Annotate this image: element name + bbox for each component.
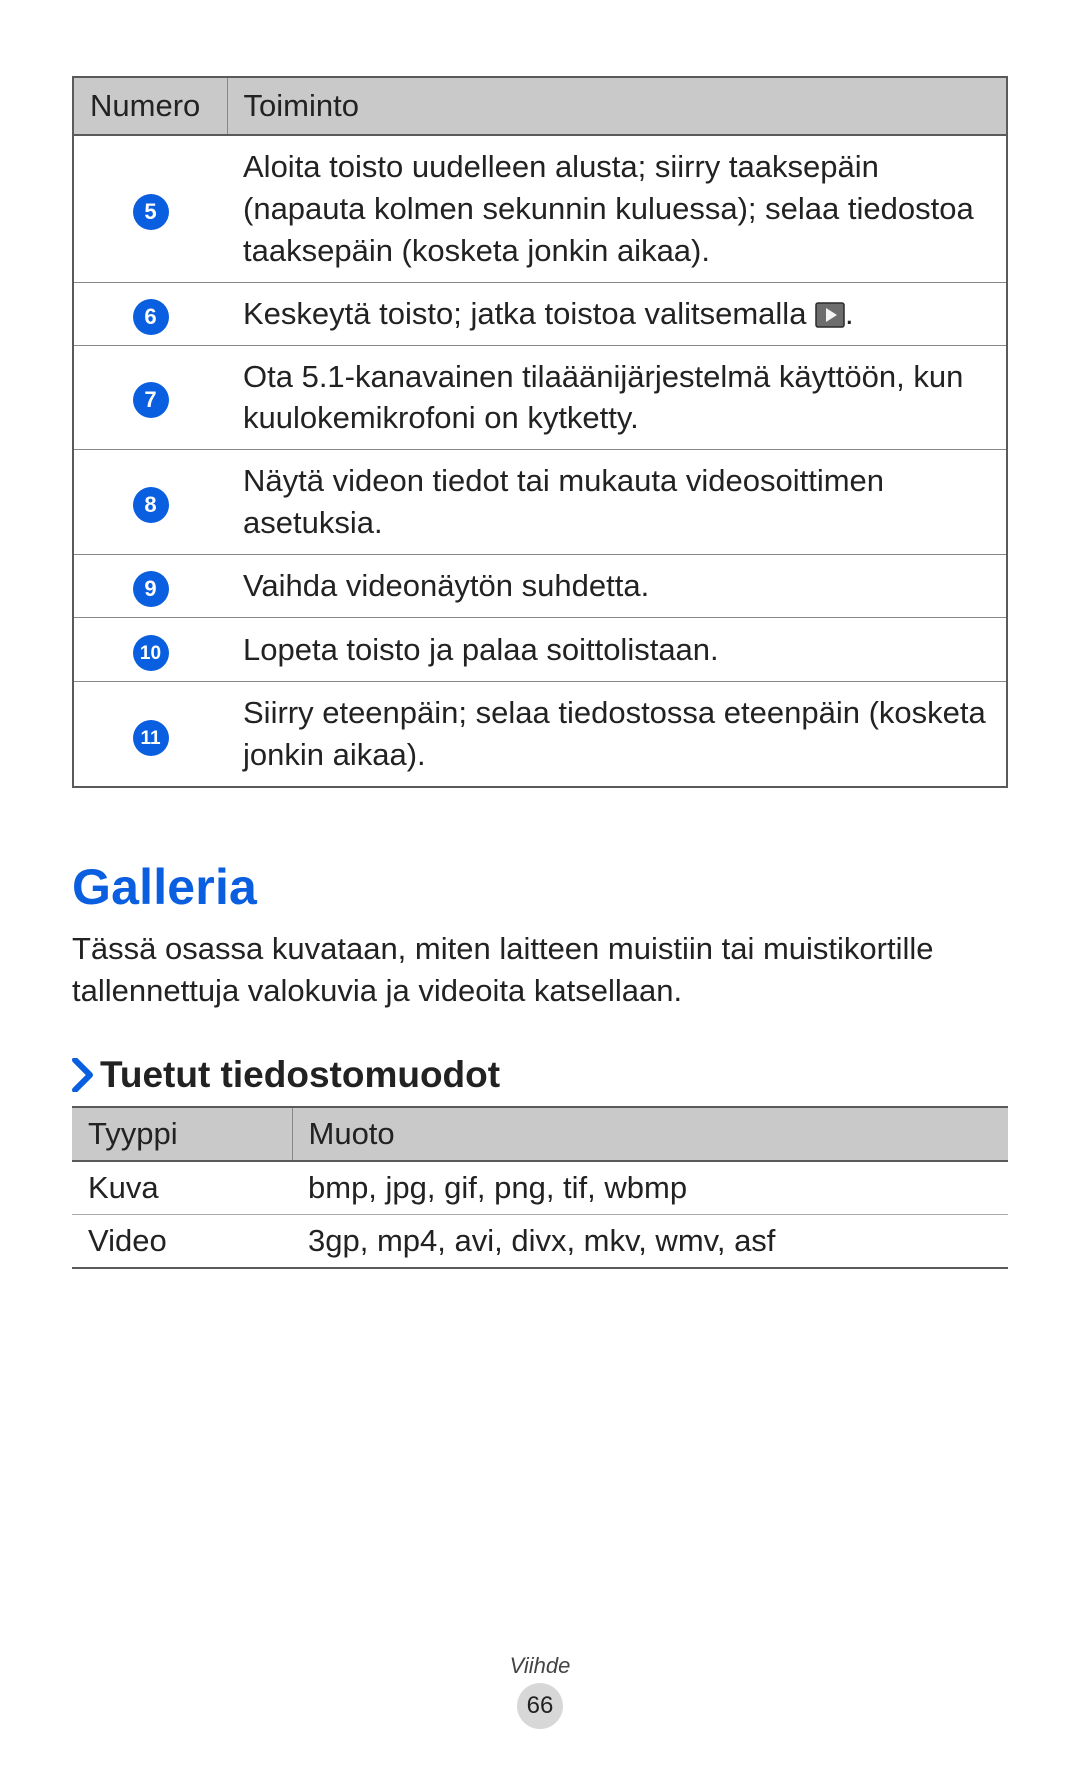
number-badge-9: 9 (133, 571, 169, 607)
function-text: Aloita toisto uudelleen alusta; siirry t… (227, 135, 1007, 282)
number-badge-8: 8 (133, 487, 169, 523)
subsection-heading: Tuetut tiedostomuodot (72, 1054, 1008, 1096)
function-table: Numero Toiminto 5 Aloita toisto uudellee… (72, 76, 1008, 788)
chevron-right-icon (72, 1058, 94, 1092)
function-text: Lopeta toisto ja palaa soittolistaan. (227, 617, 1007, 682)
table-row: 7 Ota 5.1-kanavainen tilaäänijärjestelmä… (73, 345, 1007, 450)
table-row: 8 Näytä videon tiedot tai mukauta videos… (73, 450, 1007, 555)
table2-header-tyyppi: Tyyppi (72, 1107, 292, 1161)
number-badge-11: 11 (133, 720, 169, 756)
table1-header-toiminto: Toiminto (227, 77, 1007, 135)
table2-header-muoto: Muoto (292, 1107, 1008, 1161)
type-cell: Kuva (72, 1161, 292, 1215)
page-footer: Viihde 66 (0, 1653, 1080, 1729)
function-text: Siirry eteenpäin; selaa tiedostossa etee… (227, 682, 1007, 787)
number-badge-6: 6 (133, 299, 169, 335)
function-text: Keskeytä toisto; jatka toistoa valitsema… (227, 282, 1007, 345)
page-number-badge: 66 (517, 1683, 563, 1729)
table-row: 11 Siirry eteenpäin; selaa tiedostossa e… (73, 682, 1007, 787)
function-text: Ota 5.1-kanavainen tilaäänijärjestelmä k… (227, 345, 1007, 450)
table-row: 9 Vaihda videonäytön suhdetta. (73, 554, 1007, 617)
table-row: 5 Aloita toisto uudelleen alusta; siirry… (73, 135, 1007, 282)
function-text: Vaihda videonäytön suhdetta. (227, 554, 1007, 617)
number-badge-10: 10 (133, 635, 169, 671)
function-text: Näytä videon tiedot tai mukauta videosoi… (227, 450, 1007, 555)
page: Numero Toiminto 5 Aloita toisto uudellee… (0, 0, 1080, 1771)
subsection-title: Tuetut tiedostomuodot (100, 1054, 500, 1096)
table-row: 10 Lopeta toisto ja palaa soittolistaan. (73, 617, 1007, 682)
number-badge-5: 5 (133, 194, 169, 230)
table-row: Kuva bmp, jpg, gif, png, tif, wbmp (72, 1161, 1008, 1215)
function-text-post: . (845, 296, 854, 331)
table-row: 6 Keskeytä toisto; jatka toistoa valitse… (73, 282, 1007, 345)
table1-header-numero: Numero (73, 77, 227, 135)
function-text-pre: Keskeytä toisto; jatka toistoa valitsema… (243, 296, 815, 331)
table-row: Video 3gp, mp4, avi, divx, mkv, wmv, asf (72, 1214, 1008, 1268)
intro-paragraph: Tässä osassa kuvataan, miten laitteen mu… (72, 928, 1008, 1012)
play-icon (815, 302, 845, 328)
format-cell: bmp, jpg, gif, png, tif, wbmp (292, 1161, 1008, 1215)
number-badge-7: 7 (133, 382, 169, 418)
section-heading-galleria: Galleria (72, 858, 1008, 916)
type-cell: Video (72, 1214, 292, 1268)
footer-section-label: Viihde (0, 1653, 1080, 1679)
formats-table: Tyyppi Muoto Kuva bmp, jpg, gif, png, ti… (72, 1106, 1008, 1269)
format-cell: 3gp, mp4, avi, divx, mkv, wmv, asf (292, 1214, 1008, 1268)
